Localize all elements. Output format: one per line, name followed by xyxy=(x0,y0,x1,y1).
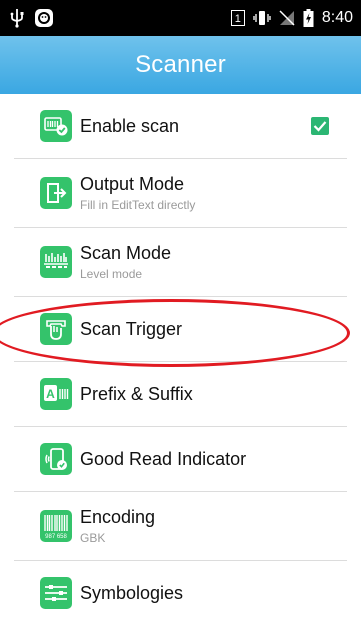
list-item-enable-scan[interactable]: Enable scan xyxy=(14,94,347,159)
list-item-scan-trigger[interactable]: Scan Trigger xyxy=(14,297,347,362)
good-read-icon xyxy=(40,443,72,475)
symbologies-icon xyxy=(40,577,72,609)
list-item-encoding[interactable]: 987 658 Encoding GBK xyxy=(14,492,347,561)
app-bar: Scanner xyxy=(0,36,361,94)
battery-charging-icon xyxy=(303,9,314,27)
svg-text:A: A xyxy=(46,387,55,401)
no-signal-icon xyxy=(279,10,295,26)
scan-mode-icon xyxy=(40,246,72,278)
page-title: Scanner xyxy=(135,51,226,78)
list-item-prefix-suffix[interactable]: A Prefix & Suffix xyxy=(14,362,347,427)
encoding-icon-text: 987 658 xyxy=(45,534,67,540)
list-item-title: Output Mode xyxy=(80,174,185,194)
list-item-good-read-indicator[interactable]: Good Read Indicator xyxy=(14,427,347,492)
list-item-title: Encoding xyxy=(80,507,156,527)
list-item-title: Enable scan xyxy=(80,116,180,136)
list-item-title: Scan Mode xyxy=(80,243,172,263)
status-time: 8:40 xyxy=(321,9,353,26)
list-item-title: Prefix & Suffix xyxy=(80,384,193,404)
list-item-scan-mode[interactable]: Scan Mode Level mode xyxy=(14,228,347,297)
settings-list: Enable scan Output Mode Fill in EditText… xyxy=(0,94,361,625)
list-item-output-mode[interactable]: Output Mode Fill in EditText directly xyxy=(14,159,347,228)
list-item-subtitle: Fill in EditText directly xyxy=(80,198,196,212)
output-icon xyxy=(40,177,72,209)
list-item-subtitle: GBK xyxy=(80,531,106,545)
list-item-title: Scan Trigger xyxy=(80,319,183,339)
list-item-title: Symbologies xyxy=(80,583,184,603)
mascot-icon xyxy=(34,8,54,28)
sim-slot-indicator: 1 xyxy=(230,10,245,26)
list-item-symbologies[interactable]: Symbologies xyxy=(14,561,347,625)
enable-scan-checkbox[interactable] xyxy=(311,117,329,135)
list-item-title: Good Read Indicator xyxy=(80,449,247,469)
encoding-barcode-icon: 987 658 xyxy=(40,510,72,542)
prefix-suffix-icon: A xyxy=(40,378,72,410)
usb-icon xyxy=(10,8,24,28)
list-item-subtitle: Level mode xyxy=(80,267,143,281)
trigger-hand-icon xyxy=(40,313,72,345)
barcode-check-icon xyxy=(40,110,72,142)
vibrate-icon xyxy=(253,10,271,26)
status-bar: 1 8:40 xyxy=(0,0,361,36)
